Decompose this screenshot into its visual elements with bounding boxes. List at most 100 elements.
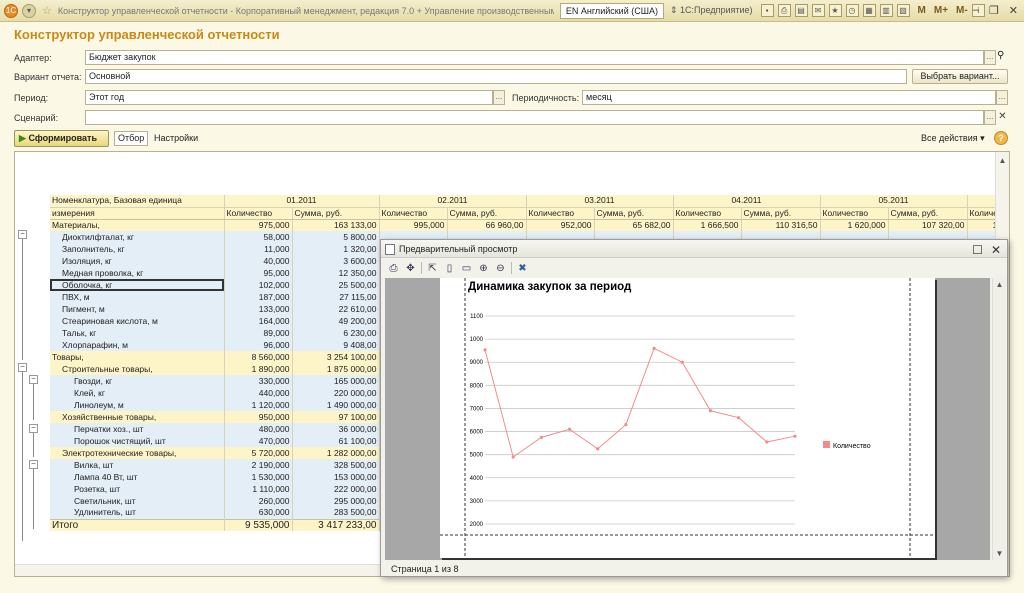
move-icon[interactable]: ✥: [404, 262, 417, 275]
collapse-icon[interactable]: −: [18, 230, 27, 239]
settings-tab[interactable]: Настройки: [154, 133, 198, 143]
row-name[interactable]: Изоляция, кг: [50, 255, 225, 267]
row-sum[interactable]: 1 490 000,00: [292, 399, 380, 411]
history-icon[interactable]: ◷: [845, 4, 859, 17]
row-name[interactable]: Розетка, шт: [50, 483, 225, 495]
row-cell[interactable]: 952,000: [526, 219, 595, 231]
row-name[interactable]: Диоктилфталат, кг: [50, 231, 225, 243]
row-cell[interactable]: 107 320,00: [888, 219, 968, 231]
row-name[interactable]: Оболочка, кг: [50, 279, 225, 291]
row-name[interactable]: Хлорпарафин, м: [50, 339, 225, 351]
row-qty[interactable]: 8 560,000: [224, 351, 293, 363]
table-icon[interactable]: ▧: [896, 4, 910, 17]
calculator-icon[interactable]: ▥: [879, 4, 893, 17]
print-icon[interactable]: ⎙: [777, 4, 791, 17]
row-qty[interactable]: 950,000: [224, 411, 293, 423]
row-cell[interactable]: 110 316,50: [741, 219, 821, 231]
row-name[interactable]: Хозяйственные товары,: [50, 411, 225, 423]
memory-minus-button[interactable]: M-: [956, 5, 968, 16]
choose-variant-button[interactable]: Выбрать вариант...: [912, 69, 1008, 84]
app-logo-icon[interactable]: 1С: [4, 3, 18, 18]
row-sum[interactable]: 163 133,00: [292, 219, 380, 231]
row-name[interactable]: Товары,: [50, 351, 225, 363]
adapter-select-button[interactable]: ...: [984, 50, 996, 65]
row-qty[interactable]: 440,000: [224, 387, 293, 399]
row-sum[interactable]: 1 875 000,00: [292, 363, 380, 375]
row-sum[interactable]: 27 115,00: [292, 291, 380, 303]
collapse-icon[interactable]: −: [29, 423, 38, 433]
preview-icon[interactable]: ▤: [794, 4, 808, 17]
row-qty[interactable]: 470,000: [224, 435, 293, 447]
row-sum[interactable]: 283 500,00: [292, 507, 380, 519]
row-qty[interactable]: 96,000: [224, 339, 293, 351]
fit-page-icon[interactable]: ▯: [443, 262, 456, 275]
row-name[interactable]: Пигмент, м: [50, 303, 225, 315]
row-sum[interactable]: 153 000,00: [292, 471, 380, 483]
row-sum[interactable]: 12 350,00: [292, 267, 380, 279]
periodicity-field[interactable]: месяц: [582, 90, 996, 105]
row-name[interactable]: Материалы,: [50, 219, 225, 231]
row-sum[interactable]: 1 282 000,00: [292, 447, 380, 459]
adapter-field[interactable]: Бюджет закупок: [85, 50, 984, 65]
row-name[interactable]: Удлинитель, шт: [50, 507, 225, 519]
row-name[interactable]: Светильник, шт: [50, 495, 225, 507]
row-cell[interactable]: 995,000: [379, 219, 448, 231]
total-name[interactable]: Итого: [50, 518, 225, 531]
row-cell[interactable]: 1 620,000: [820, 219, 889, 231]
row-sum[interactable]: 295 000,00: [292, 495, 380, 507]
collapse-icon[interactable]: −: [29, 459, 38, 469]
row-qty[interactable]: 133,000: [224, 303, 293, 315]
row-sum[interactable]: 97 100,00: [292, 411, 380, 423]
row-sum[interactable]: 220 000,00: [292, 387, 380, 399]
scenario-clear-icon[interactable]: ✕: [997, 110, 1008, 125]
row-qty[interactable]: 11,000: [224, 243, 293, 255]
group-row[interactable]: Материалы, 975,000 163 133,00 995,000 66 960…: [50, 219, 1008, 231]
row-name[interactable]: ПВХ, м: [50, 291, 225, 303]
zoom-out-icon[interactable]: ⊖: [494, 262, 507, 275]
row-sum[interactable]: 165 000,00: [292, 375, 380, 387]
scroll-up-icon[interactable]: ▲: [993, 280, 1006, 289]
fit-width-icon[interactable]: ⇱: [426, 262, 439, 275]
row-sum[interactable]: 3 254 100,00: [292, 351, 380, 363]
collapse-icon[interactable]: −: [29, 375, 38, 385]
periodicity-select-button[interactable]: ...: [996, 90, 1008, 105]
row-sum[interactable]: 9 408,00: [292, 339, 380, 351]
maximize-icon[interactable]: ☐: [972, 241, 983, 259]
row-qty[interactable]: 1 120,000: [224, 399, 293, 411]
favorite-star-icon[interactable]: ☆: [42, 4, 52, 17]
row-qty[interactable]: 95,000: [224, 267, 293, 279]
close-icon[interactable]: ✕: [991, 241, 1001, 259]
row-sum[interactable]: 328 500,00: [292, 459, 380, 471]
language-indicator[interactable]: EN Английский (США): [559, 2, 664, 19]
collapse-icon[interactable]: −: [18, 363, 27, 373]
row-qty[interactable]: 40,000: [224, 255, 293, 267]
row-sum[interactable]: 3 600,00: [292, 255, 380, 267]
row-qty[interactable]: 5 720,000: [224, 447, 293, 459]
row-name[interactable]: Лампа 40 Вт, шт: [50, 471, 225, 483]
row-name[interactable]: Заполнитель, кг: [50, 243, 225, 255]
row-cell[interactable]: 66 960,00: [447, 219, 527, 231]
close-preview-icon[interactable]: ✖: [516, 262, 529, 275]
row-qty[interactable]: 102,000: [224, 279, 293, 291]
filter-tab[interactable]: Отбор: [114, 131, 149, 146]
memory-plus-button[interactable]: M+: [934, 5, 948, 16]
mail-icon[interactable]: ✉: [811, 4, 825, 17]
row-qty[interactable]: 164,000: [224, 315, 293, 327]
row-name[interactable]: Вилка, шт: [50, 459, 225, 471]
row-name[interactable]: Стеариновая кислота, м: [50, 315, 225, 327]
search-icon[interactable]: ⚲: [997, 50, 1004, 61]
row-sum[interactable]: 36 000,00: [292, 423, 380, 435]
row-qty[interactable]: 2 190,000: [224, 459, 293, 471]
row-sum[interactable]: 222 000,00: [292, 483, 380, 495]
scenario-select-button[interactable]: ...: [984, 110, 996, 125]
total-qty[interactable]: 9 535,000: [224, 518, 293, 531]
preview-vertical-scrollbar[interactable]: ▲ ▼: [992, 278, 1005, 560]
scroll-up-icon[interactable]: ▲: [996, 156, 1009, 165]
scroll-down-icon[interactable]: ▼: [993, 549, 1006, 558]
period-field[interactable]: Этот год: [85, 90, 493, 105]
row-qty[interactable]: 1 530,000: [224, 471, 293, 483]
row-sum[interactable]: 25 500,00: [292, 279, 380, 291]
row-qty[interactable]: 89,000: [224, 327, 293, 339]
row-sum[interactable]: 5 800,00: [292, 231, 380, 243]
row-sum[interactable]: 61 100,00: [292, 435, 380, 447]
